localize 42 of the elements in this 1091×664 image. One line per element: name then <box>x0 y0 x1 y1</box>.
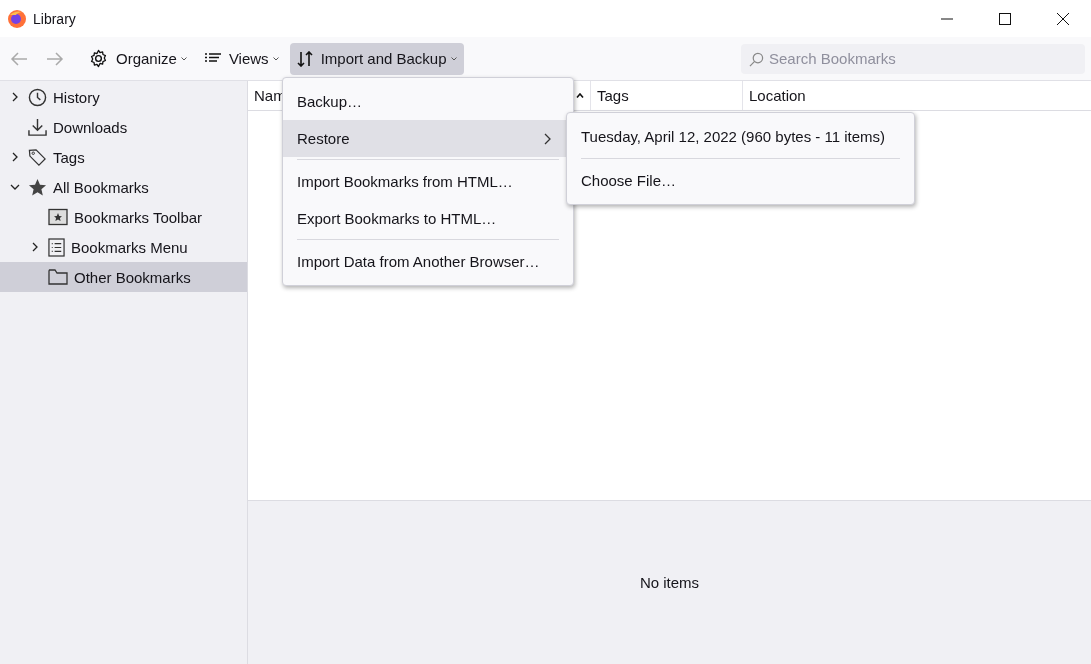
menu-item[interactable]: Import Data from Another Browser… <box>283 243 573 280</box>
sidebar-item[interactable]: History <box>0 82 247 112</box>
starred-window-icon <box>48 208 68 226</box>
list-document-icon <box>48 237 65 257</box>
toolbar-button[interactable]: Import and Backup <box>289 42 464 75</box>
chevron-right-icon[interactable] <box>32 242 38 252</box>
tag-icon <box>28 147 47 167</box>
menu-item[interactable]: Choose File… <box>567 161 914 200</box>
star-icon <box>28 177 47 197</box>
search-icon <box>749 51 764 67</box>
sort-ascending-icon[interactable] <box>576 93 584 98</box>
clock-icon <box>28 87 47 107</box>
folder-icon <box>48 268 68 286</box>
close-icon[interactable] <box>1057 12 1069 25</box>
column-header[interactable]: Location <box>743 81 1091 110</box>
menu-item[interactable]: Backup… <box>283 83 573 120</box>
empty-message: No items <box>639 574 700 591</box>
up-down-arrows-icon <box>296 50 313 67</box>
gear-icon <box>89 49 108 68</box>
sidebar-item[interactable]: Bookmarks Menu <box>0 232 247 262</box>
sidebar-item[interactable]: Other Bookmarks <box>0 262 247 292</box>
browser-logo-icon <box>7 8 27 29</box>
window-title: Library <box>33 10 76 27</box>
toolbar-button[interactable]: Organize <box>82 42 194 75</box>
download-icon <box>28 117 47 137</box>
chevron-down-icon[interactable] <box>10 184 20 190</box>
chevron-right-icon[interactable] <box>12 152 18 162</box>
dropdown-caret-icon <box>180 56 187 61</box>
maximize-icon[interactable] <box>999 12 1011 25</box>
column-header[interactable]: Tags <box>591 81 743 110</box>
sidebar-item[interactable]: Tags <box>0 142 247 172</box>
chevron-right-icon <box>544 132 551 145</box>
dropdown-caret-icon <box>272 56 279 61</box>
search-field[interactable]: Search Bookmarks <box>741 43 1085 74</box>
sidebar-item[interactable]: Downloads <box>0 112 247 142</box>
list-icon <box>204 52 221 65</box>
sidebar-item[interactable]: Bookmarks Toolbar <box>0 202 247 232</box>
chevron-right-icon[interactable] <box>12 92 18 102</box>
sidebar-item[interactable]: All Bookmarks <box>0 172 247 202</box>
menu-item[interactable]: Export Bookmarks to HTML… <box>283 200 573 237</box>
toolbar-button[interactable]: Views <box>197 42 286 75</box>
dropdown-caret-icon <box>450 56 457 61</box>
